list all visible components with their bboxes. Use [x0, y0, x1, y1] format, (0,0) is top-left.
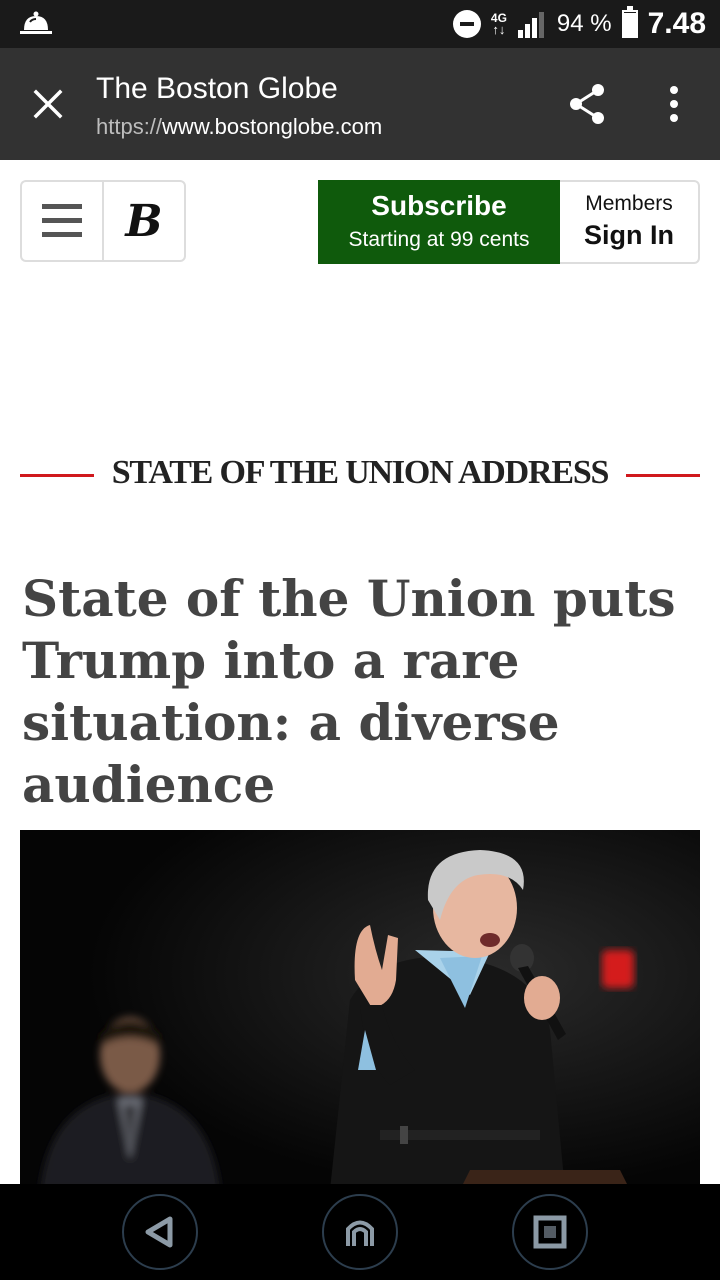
- kicker-rule-left: [20, 474, 94, 477]
- clock: 7.48: [647, 7, 706, 40]
- data-arrows-icon: 4G ↑↓: [490, 11, 507, 37]
- close-icon[interactable]: [28, 84, 68, 124]
- sign-in-button[interactable]: Members Sign In: [560, 180, 700, 264]
- do-not-disturb-icon: [452, 10, 481, 38]
- article-headline: State of the Union puts Trump into a rar…: [22, 569, 676, 814]
- url-bar[interactable]: https://www.bostonglobe.com: [96, 114, 382, 140]
- article-photo[interactable]: [20, 830, 700, 1190]
- kicker-rule-right: [626, 474, 700, 477]
- subscribe-label: Subscribe: [371, 190, 507, 221]
- section-kicker[interactable]: STATE OF THE UNION ADDRESS: [96, 454, 624, 492]
- home-button[interactable]: [322, 1194, 398, 1270]
- battery-percent: 94 %: [556, 10, 612, 37]
- url-scheme: https://: [96, 114, 163, 139]
- home-icon: [346, 1220, 374, 1246]
- back-button[interactable]: [122, 1194, 198, 1270]
- members-label: Members: [585, 192, 673, 215]
- more-options-icon[interactable]: [660, 86, 688, 122]
- share-icon[interactable]: [566, 82, 610, 126]
- status-bar: 4G ↑↓ 94 % 7.48: [0, 0, 720, 48]
- globe-logo[interactable]: B: [102, 180, 186, 262]
- subscribe-subtext: Starting at 99 cents: [348, 228, 530, 251]
- recents-icon: [533, 1215, 567, 1249]
- notification-bell-icon: [18, 8, 54, 38]
- page-title: The Boston Globe: [96, 72, 338, 105]
- sign-in-label: Sign In: [584, 220, 674, 250]
- subscribe-button[interactable]: Subscribe Starting at 99 cents: [318, 180, 560, 264]
- system-nav-bar: [0, 1184, 720, 1280]
- browser-toolbar: The Boston Globe https://www.bostonglobe…: [0, 48, 720, 160]
- menu-button[interactable]: [20, 180, 102, 262]
- signal-icon: [517, 12, 544, 38]
- logo-letter: B: [125, 195, 163, 247]
- back-icon: [145, 1216, 173, 1248]
- url-host: www.bostonglobe.com: [162, 114, 383, 139]
- battery-icon: [621, 6, 638, 38]
- recents-button[interactable]: [512, 1194, 588, 1270]
